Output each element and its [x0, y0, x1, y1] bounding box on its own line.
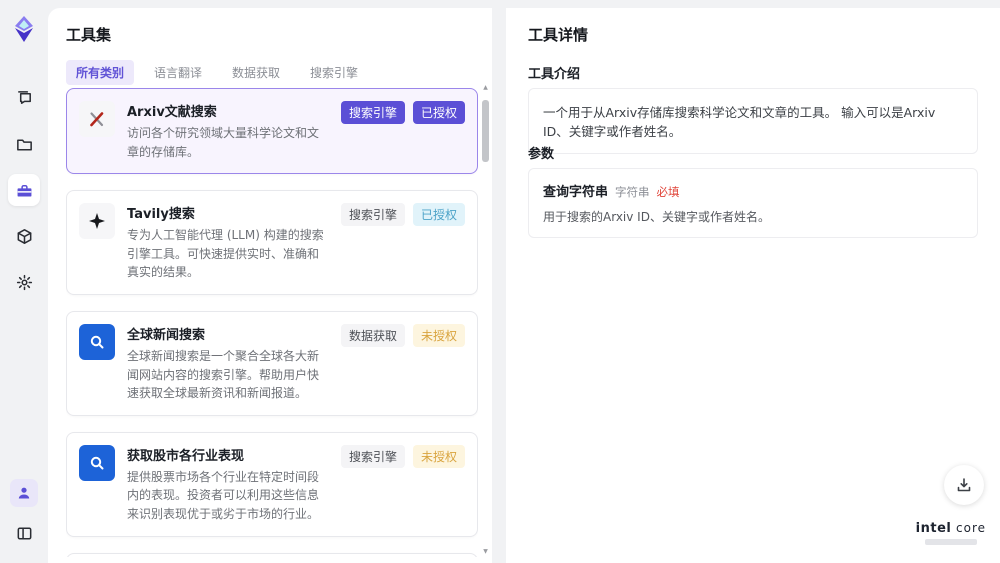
tab-language-translation[interactable]: 语言翻译: [144, 60, 212, 85]
tool-name: 全球新闻搜索: [127, 327, 206, 343]
panel-divider: [492, 8, 506, 563]
main-panel: 工具集 所有类别 语言翻译 数据获取 搜索引擎 Arxiv文献搜索 访问各个研究…: [48, 8, 1000, 563]
category-tabs: 所有类别 语言翻译 数据获取 搜索引擎: [66, 60, 368, 85]
panel-toggle-icon: [17, 527, 31, 539]
category-badge: 搜索引擎: [340, 101, 405, 124]
tool-card-most-active-stocks[interactable]: 获取市场最活跃股票信息 提供当天交易量最高的股票列表。投资者可以利用这些信息来识…: [66, 552, 478, 557]
user-icon: [18, 487, 30, 499]
param-box: 查询字符串 字符串 必填 用于搜索的Arxiv ID、关键字或作者姓名。: [528, 168, 978, 238]
category-badge: 搜索引擎: [340, 203, 405, 227]
tavily-star-icon: [79, 203, 115, 240]
auth-status-badge[interactable]: 未授权: [412, 444, 465, 468]
intro-box: 一个用于从Arxiv存储库搜索科学论文和文章的工具。 输入可以是Arxiv ID…: [528, 88, 978, 154]
core-logo-text: core: [956, 521, 986, 535]
tool-name: 获取股市各行业表现: [127, 448, 245, 464]
tool-list-scrollbar[interactable]: ▲ ▼: [482, 84, 489, 555]
category-badge: 搜索引擎: [340, 444, 405, 468]
tab-all-categories[interactable]: 所有类别: [66, 60, 135, 85]
left-rail: [0, 0, 48, 563]
sidebar-item-files[interactable]: [8, 128, 40, 160]
tool-details-panel: 工具详情 工具介绍 一个用于从Arxiv存储库搜索科学论文和文章的工具。 输入可…: [506, 8, 1000, 563]
gear-icon: [16, 274, 32, 290]
rail-bottom: [8, 479, 40, 549]
tab-search-engine[interactable]: 搜索引擎: [300, 60, 368, 85]
auth-status-badge[interactable]: 已授权: [412, 203, 465, 227]
tool-description: 全球新闻搜索是一个聚合全球各大新闻网站内容的搜索引擎。帮助用户快速获取全球最新资…: [127, 348, 320, 401]
arxiv-logo-icon: [79, 101, 115, 137]
intel-core-badge: intel core: [916, 521, 986, 545]
tool-card-global-news[interactable]: 全球新闻搜索 全球新闻搜索是一个聚合全球各大新闻网站内容的搜索引擎。帮助用户快速…: [66, 310, 478, 416]
scroll-up-arrow[interactable]: ▲: [482, 84, 489, 91]
auth-status-badge[interactable]: 已授权: [412, 101, 465, 124]
search-tool-icon: [79, 323, 115, 360]
download-button[interactable]: [944, 465, 984, 505]
tool-name: Tavily搜索: [127, 207, 195, 223]
tool-description: 提供股票市场各个行业在特定时间段内的表现。投资者可以利用这些信息来识别表现优于或…: [127, 469, 320, 521]
param-type: 字符串: [615, 185, 650, 199]
tool-description: 访问各个研究领域大量科学论文和文章的存储库。: [127, 126, 320, 159]
intro-heading: 工具介绍: [528, 67, 581, 82]
tool-description: 专为人工智能代理 (LLM) 构建的搜索引擎工具。可快速提供实时、准确和真实的结…: [127, 228, 324, 280]
chat-icon: [17, 90, 31, 104]
tab-data-acquisition[interactable]: 数据获取: [222, 60, 290, 85]
app-logo-icon[interactable]: [9, 14, 39, 44]
param-required-flag: 必填: [656, 185, 680, 199]
intel-logo-text: intel: [915, 521, 952, 536]
search-tool-icon: [79, 444, 115, 481]
toolset-title: 工具集: [66, 26, 112, 44]
tool-card-tavily[interactable]: Tavily搜索 专为人工智能代理 (LLM) 构建的搜索引擎工具。可快速提供实…: [66, 190, 478, 295]
sidebar-item-toolbox[interactable]: [8, 174, 40, 206]
tool-card-sector-performance[interactable]: 获取股市各行业表现 提供股票市场各个行业在特定时间段内的表现。投资者可以利用这些…: [66, 431, 478, 537]
cube-icon: [17, 228, 31, 244]
tool-list: Arxiv文献搜索 访问各个研究领域大量科学论文和文章的存储库。 搜索引擎 已授…: [66, 88, 478, 557]
sidebar-item-packages[interactable]: [8, 220, 40, 252]
details-title: 工具详情: [528, 26, 589, 44]
auth-status-badge[interactable]: 未授权: [412, 323, 465, 347]
toolset-panel: 工具集 所有类别 语言翻译 数据获取 搜索引擎 Arxiv文献搜索 访问各个研究…: [48, 8, 492, 563]
download-icon: [957, 478, 971, 492]
param-description: 用于搜索的Arxiv ID、关键字或作者姓名。: [543, 210, 770, 224]
sidebar-item-settings[interactable]: [8, 266, 40, 298]
tool-card-arxiv[interactable]: Arxiv文献搜索 访问各个研究领域大量科学论文和文章的存储库。 搜索引擎 已授…: [66, 88, 478, 175]
folder-icon: [16, 138, 32, 150]
avatar[interactable]: [10, 479, 38, 507]
sidebar-item-chat[interactable]: [8, 82, 40, 114]
intel-badge-subline: [924, 539, 977, 545]
collapse-sidebar-button[interactable]: [8, 517, 40, 549]
params-heading: 参数: [528, 147, 555, 162]
tool-name: Arxiv文献搜索: [127, 105, 217, 120]
rail-nav: [8, 82, 40, 298]
scroll-down-arrow[interactable]: ▼: [482, 548, 489, 555]
category-badge: 数据获取: [340, 323, 405, 347]
param-name: 查询字符串: [543, 185, 609, 200]
toolbox-icon: [17, 184, 31, 196]
scrollbar-thumb[interactable]: [482, 100, 489, 162]
